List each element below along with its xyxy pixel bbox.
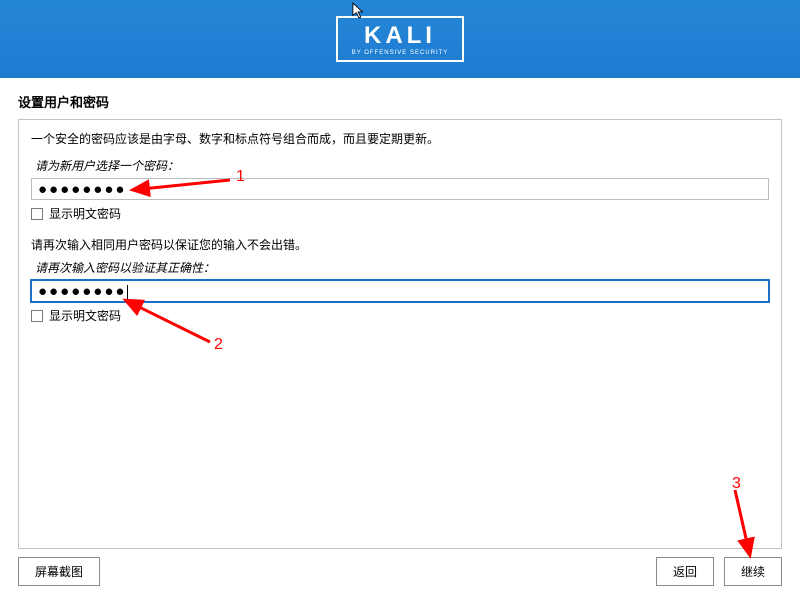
back-button[interactable]: 返回 [656,557,714,586]
show-plain-row-2[interactable]: 显示明文密码 [31,307,769,324]
footer-bar: 屏幕截图 返回 继续 [18,557,782,586]
installer-banner: KALI BY OFFENSIVE SECURITY [0,0,800,78]
confirm-password-label: 请再次输入密码以验证其正确性： [35,259,769,276]
cursor-icon [352,2,366,20]
content-panel: 一个安全的密码应该是由字母、数字和标点符号组合而成，而且要定期更新。 请为新用户… [18,119,782,549]
password-input[interactable]: ●●●●●●●● [31,178,769,200]
checkbox-icon[interactable] [31,310,43,322]
kali-logo-text: KALI [352,24,449,48]
show-plain-label-1: 显示明文密码 [49,205,121,222]
confirm-password-input[interactable]: ●●●●●●●● [31,280,769,302]
kali-logo-subtext: BY OFFENSIVE SECURITY [352,50,449,56]
page-title: 设置用户和密码 [0,78,800,119]
show-plain-row-1[interactable]: 显示明文密码 [31,205,769,222]
password-label: 请为新用户选择一个密码： [35,157,769,174]
kali-logo-box: KALI BY OFFENSIVE SECURITY [336,16,465,62]
footer-right-group: 返回 继续 [656,557,782,586]
text-cursor-icon [127,285,128,299]
checkbox-icon[interactable] [31,208,43,220]
screenshot-button[interactable]: 屏幕截图 [18,557,100,586]
confirm-help-text: 请再次输入相同用户密码以保证您的输入不会出错。 [31,236,769,253]
password-help-text: 一个安全的密码应该是由字母、数字和标点符号组合而成，而且要定期更新。 [31,130,769,147]
continue-button[interactable]: 继续 [724,557,782,586]
show-plain-label-2: 显示明文密码 [49,307,121,324]
